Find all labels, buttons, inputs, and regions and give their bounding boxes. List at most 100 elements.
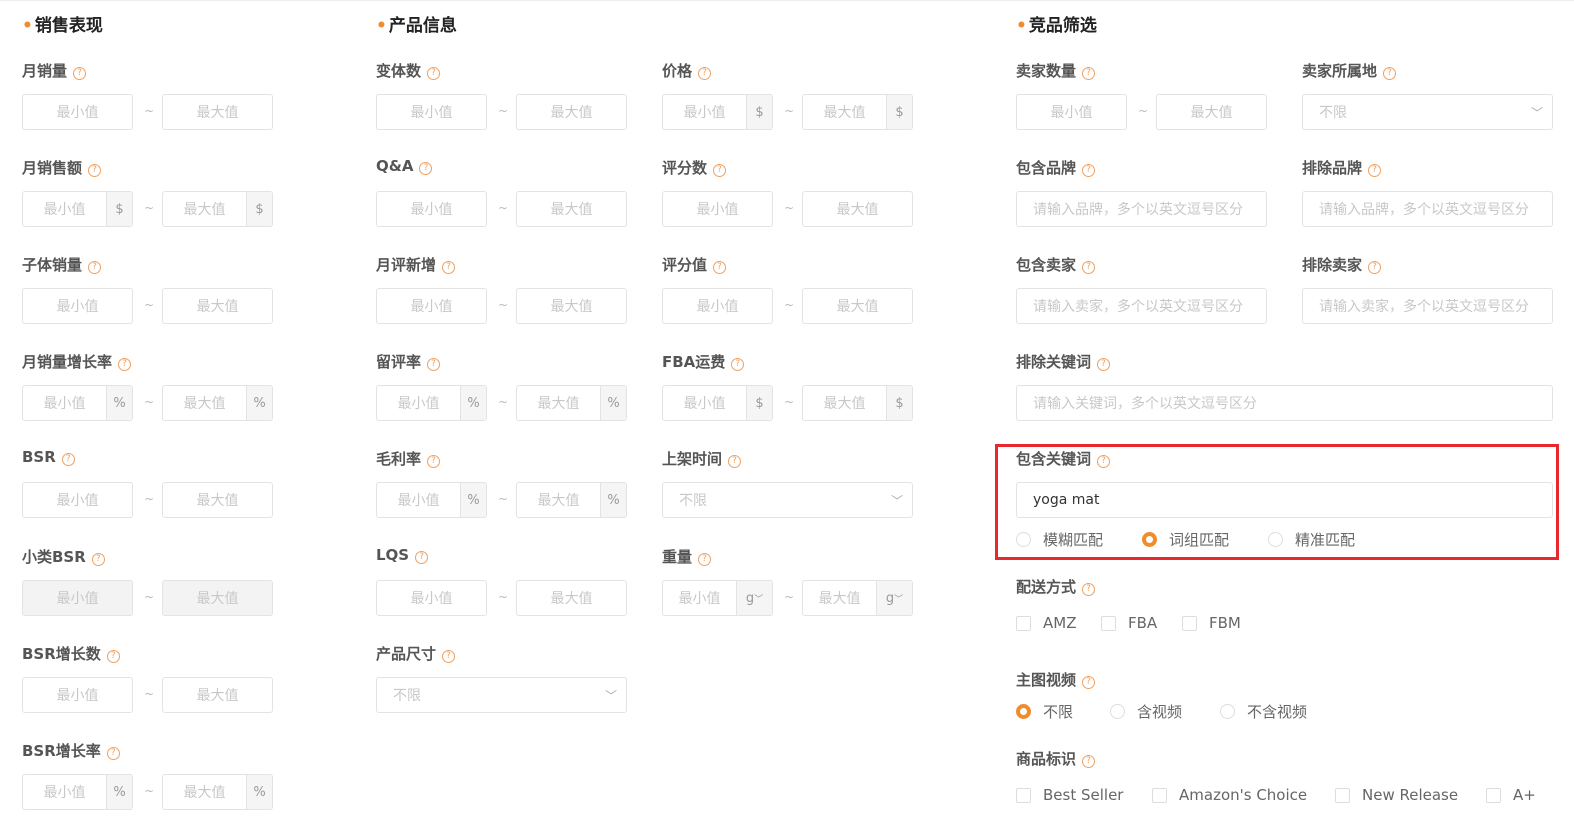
delivery-amz-checkbox[interactable]: AMZ [1016,614,1076,632]
help-icon[interactable]: ? [1082,164,1096,177]
bsr-growth-rate-max-input[interactable]: 最大值% [162,774,273,810]
lqs-min-input[interactable]: 最小值 [376,580,487,616]
range-separator: ~ [784,590,795,604]
help-icon[interactable]: ? [713,164,727,177]
lqs-max-input[interactable]: 最大值 [516,580,627,616]
rating-min-input[interactable]: 最小值 [662,288,773,324]
rating-count-min-input[interactable]: 最小值 [662,191,773,227]
help-icon[interactable]: ? [106,747,120,760]
help-icon[interactable]: ? [427,67,441,80]
monthly-reviews-max-input[interactable]: 最大值 [516,288,627,324]
video-any-radio[interactable]: 不限 [1016,701,1073,722]
help-icon[interactable]: ? [1368,164,1382,177]
help-icon[interactable]: ? [1082,261,1096,274]
rating-count-max-input[interactable]: 最大值 [802,191,913,227]
weight-unit-select[interactable]: g ﹀ [876,581,912,615]
seller-location-select[interactable]: 不限 ﹀ [1302,94,1553,130]
exclude-keyword-input[interactable]: 请输入关键词，多个以英文逗号区分 [1016,385,1553,421]
include-brand-input[interactable]: 请输入品牌，多个以英文逗号区分 [1016,191,1267,227]
help-icon[interactable]: ? [698,553,712,566]
weight-max-input[interactable]: 最大值 g ﹀ [802,580,913,616]
help-icon[interactable]: ? [415,551,429,564]
video-no-radio[interactable]: 不含视频 [1220,701,1307,722]
placeholder: 最大值 [836,202,879,218]
qa-max-input[interactable]: 最大值 [516,191,627,227]
help-icon[interactable]: ? [1383,67,1397,80]
variants-min-input[interactable]: 最小值 [376,94,487,130]
help-icon[interactable]: ? [91,553,105,566]
help-icon[interactable]: ? [698,67,712,80]
help-icon[interactable]: ? [88,261,102,274]
help-icon[interactable]: ? [731,358,745,371]
monthly-revenue-min-input[interactable]: 最小值 $ [22,191,133,227]
rating-max-input[interactable]: 最大值 [802,288,913,324]
price-min-input[interactable]: 最小值 $ [662,94,773,130]
badge-aplus-checkbox[interactable]: A+ [1486,786,1536,804]
delivery-fbm-checkbox[interactable]: FBM [1182,614,1241,632]
top-divider [0,0,1574,1]
gross-margin-min-input[interactable]: 最小值% [376,482,487,518]
weight-unit-select[interactable]: g ﹀ [736,581,772,615]
monthly-sales-max-input[interactable]: 最大值 [162,94,273,130]
seller-count-max-input[interactable]: 最大值 [1156,94,1267,130]
fba-fee-max-input[interactable]: 最大值 $ [802,385,913,421]
help-icon[interactable]: ? [728,455,742,468]
help-icon[interactable]: ? [1082,67,1096,80]
help-icon[interactable]: ? [713,261,727,274]
seller-count-min-input[interactable]: 最小值 [1016,94,1127,130]
help-icon[interactable]: ? [118,358,132,371]
bsr-min-input[interactable]: 最小值 [22,482,133,518]
child-sales-min-input[interactable]: 最小值 [22,288,133,324]
bsr-growth-max-input[interactable]: 最大值 [162,677,273,713]
help-icon[interactable]: ? [442,261,456,274]
help-icon[interactable]: ? [1082,755,1096,768]
bsr-max-input[interactable]: 最大值 [162,482,273,518]
help-icon[interactable]: ? [1368,261,1382,274]
sales-growth-min-input[interactable]: 最小值% [22,385,133,421]
monthly-revenue-max-input[interactable]: 最大值 $ [162,191,273,227]
label-include-brand: 包含品牌? [1016,157,1096,178]
help-icon[interactable]: ? [442,650,456,663]
exclude-seller-input[interactable]: 请输入卖家，多个以英文逗号区分 [1302,288,1553,324]
sub-bsr-min-input[interactable]: 最小值 [22,580,133,616]
help-icon[interactable]: ? [419,162,433,175]
listing-time-select[interactable]: 不限 ﹀ [662,482,913,518]
help-icon[interactable]: ? [1082,676,1096,689]
review-rate-max-input[interactable]: 最大值% [516,385,627,421]
monthly-sales-min-input[interactable]: 最小值 [22,94,133,130]
help-icon[interactable]: ? [427,358,441,371]
include-seller-input[interactable]: 请输入卖家，多个以英文逗号区分 [1016,288,1267,324]
help-icon[interactable]: ? [88,164,102,177]
badge-new-release-checkbox[interactable]: New Release [1335,786,1458,804]
label-bsr-growth: BSR增长数? [22,643,120,664]
help-icon[interactable]: ? [427,455,441,468]
delivery-fba-checkbox[interactable]: FBA [1101,614,1157,632]
price-max-input[interactable]: 最大值 $ [802,94,913,130]
product-size-select[interactable]: 不限 ﹀ [376,677,627,713]
child-sales-max-input[interactable]: 最大值 [162,288,273,324]
variants-max-input[interactable]: 最大值 [516,94,627,130]
fba-fee-min-input[interactable]: 最小值 $ [662,385,773,421]
help-icon[interactable]: ? [106,650,120,663]
review-rate-min-input[interactable]: 最小值% [376,385,487,421]
label-text: LQS [376,546,410,564]
sub-bsr-max-input[interactable]: 最大值 [162,580,273,616]
qa-min-input[interactable]: 最小值 [376,191,487,227]
checkbox-icon [1101,615,1116,631]
video-yes-radio[interactable]: 含视频 [1110,701,1182,722]
monthly-reviews-min-input[interactable]: 最小值 [376,288,487,324]
bsr-growth-min-input[interactable]: 最小值 [22,677,133,713]
help-icon[interactable]: ? [73,67,87,80]
weight-min-input[interactable]: 最小值 g ﹀ [662,580,773,616]
exclude-brand-input[interactable]: 请输入品牌，多个以英文逗号区分 [1302,191,1553,227]
checkbox-icon [1335,787,1350,803]
badge-best-seller-checkbox[interactable]: Best Seller [1016,786,1123,804]
help-icon[interactable]: ? [61,453,75,466]
gross-margin-max-input[interactable]: 最大值% [516,482,627,518]
bsr-growth-rate-min-input[interactable]: 最小值% [22,774,133,810]
help-icon[interactable]: ? [1097,358,1111,371]
sales-growth-max-input[interactable]: 最大值% [162,385,273,421]
badge-amazon-choice-checkbox[interactable]: Amazon's Choice [1152,786,1307,804]
label-text: 排除卖家 [1302,256,1363,274]
help-icon[interactable]: ? [1082,583,1096,596]
